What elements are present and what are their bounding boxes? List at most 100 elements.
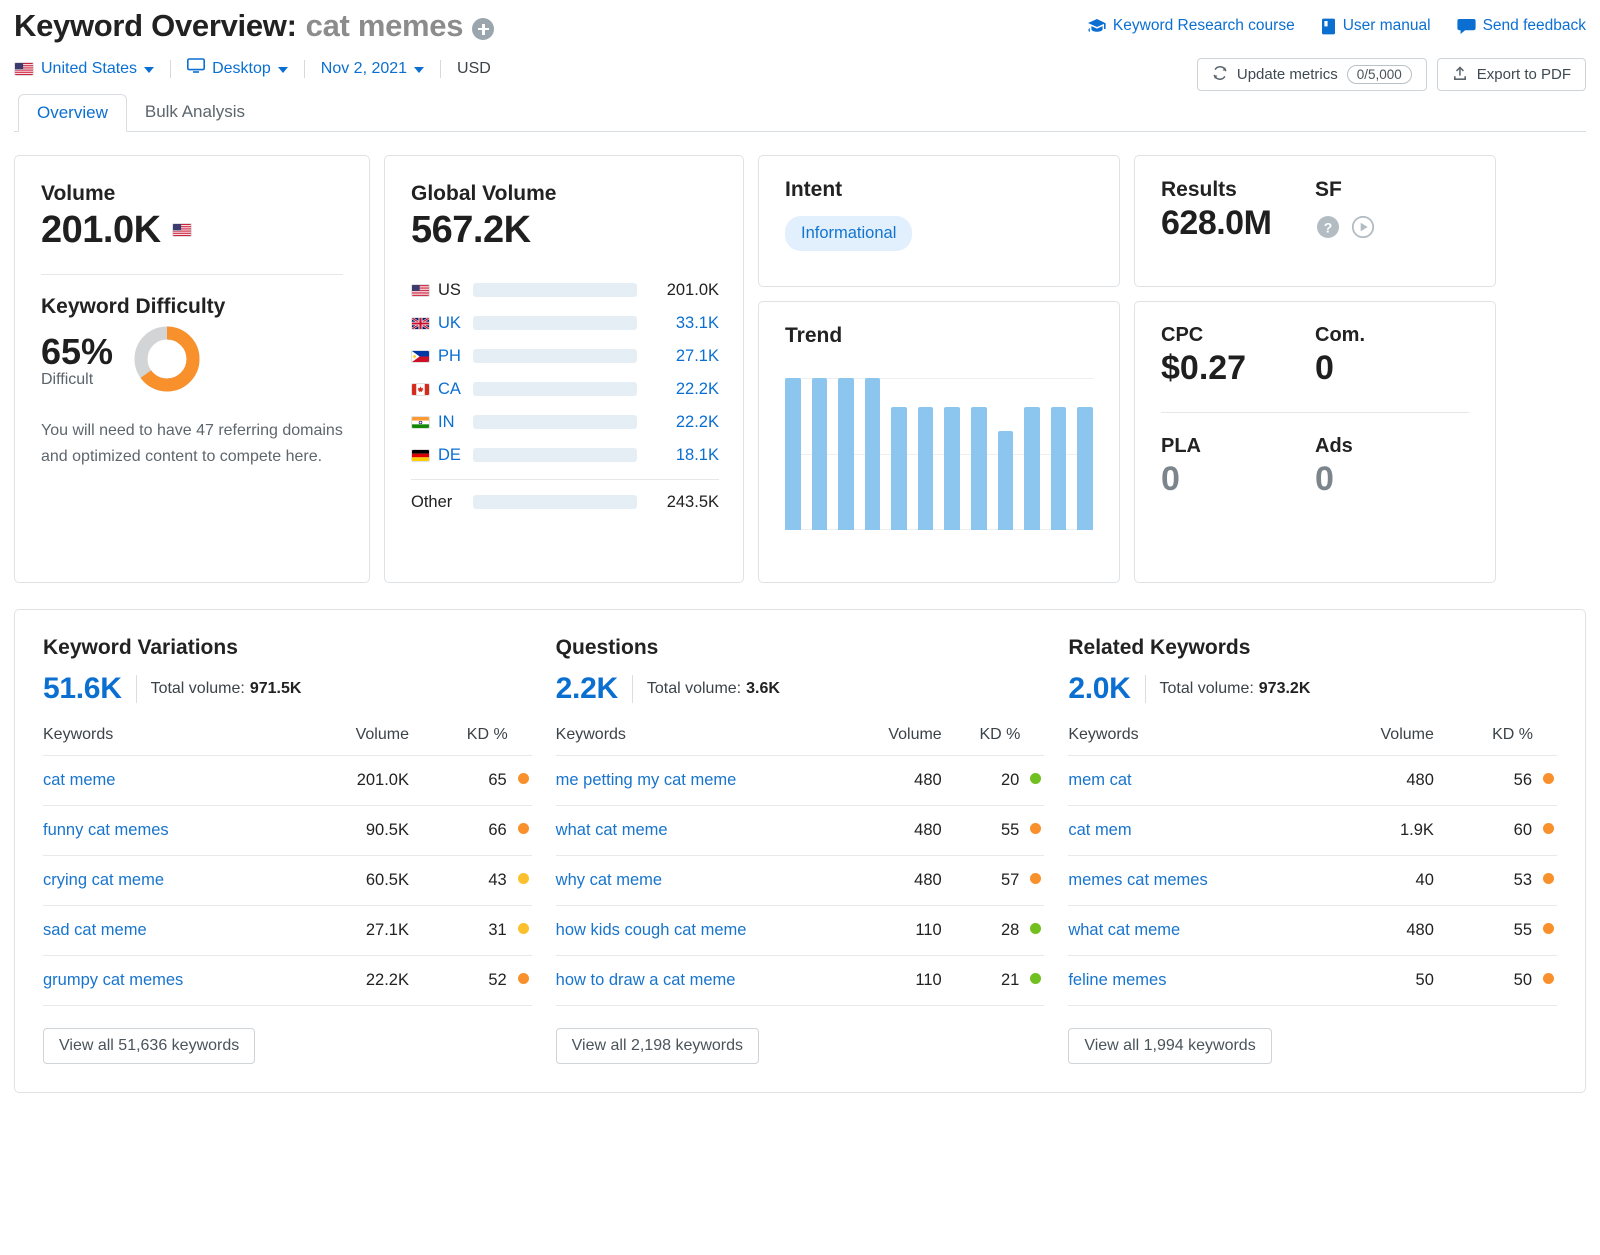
column-header-keywords[interactable]: Keywords — [556, 726, 858, 756]
keyword-link[interactable]: cat mem — [1068, 821, 1131, 839]
user-manual-link[interactable]: User manual — [1321, 17, 1431, 35]
keyword-cell[interactable]: crying cat meme — [43, 856, 308, 906]
keyword-cell[interactable]: how to draw a cat meme — [556, 956, 858, 1006]
table-row[interactable]: feline memes5050 — [1068, 956, 1557, 1006]
trend-bar[interactable] — [838, 378, 854, 530]
keyword-link[interactable]: funny cat memes — [43, 821, 169, 839]
trend-bar[interactable] — [944, 407, 960, 530]
country-filter[interactable]: United States — [14, 60, 170, 78]
trend-bar[interactable] — [971, 407, 987, 530]
keyword-cell[interactable]: grumpy cat memes — [43, 956, 308, 1006]
keyword-link[interactable]: mem cat — [1068, 771, 1131, 789]
volume-card: Volume 201.0K Keyword Difficulty 65% Dif… — [14, 155, 370, 583]
user-manual-label: User manual — [1343, 17, 1431, 35]
global-volume-row[interactable]: CA 22.2K — [411, 373, 719, 406]
update-metrics-button[interactable]: Update metrics 0/5,000 — [1197, 58, 1427, 91]
table-row[interactable]: what cat meme48055 — [1068, 906, 1557, 956]
chevron-down-icon — [278, 67, 288, 73]
question-circle-icon[interactable]: ? — [1315, 214, 1341, 245]
trend-bar[interactable] — [1077, 407, 1093, 530]
plus-circle-icon[interactable] — [472, 18, 494, 40]
table-row[interactable]: grumpy cat memes22.2K52 — [43, 956, 532, 1006]
table-row[interactable]: sad cat meme27.1K31 — [43, 906, 532, 956]
keyword-link[interactable]: what cat meme — [556, 821, 668, 839]
column-header-kd[interactable]: KD % — [942, 726, 1045, 756]
keyword-cell[interactable]: cat meme — [43, 756, 308, 806]
table-row[interactable]: cat mem1.9K60 — [1068, 806, 1557, 856]
column-header-kd[interactable]: KD % — [409, 726, 532, 756]
global-volume-row[interactable]: US 201.0K — [411, 274, 719, 307]
trend-bar[interactable] — [918, 407, 934, 530]
column-header-keywords[interactable]: Keywords — [1068, 726, 1332, 756]
send-feedback-link[interactable]: Send feedback — [1457, 17, 1586, 35]
table-row[interactable]: why cat meme48057 — [556, 856, 1045, 906]
intent-badge[interactable]: Informational — [785, 216, 912, 251]
table-row[interactable]: what cat meme48055 — [556, 806, 1045, 856]
global-volume-row[interactable]: DE 18.1K — [411, 439, 719, 472]
keyword-link[interactable]: how to draw a cat meme — [556, 971, 736, 989]
table-row[interactable]: cat meme201.0K65 — [43, 756, 532, 806]
view-all-keywords-button[interactable]: View all 51,636 keywords — [43, 1028, 255, 1064]
keyword-link[interactable]: me petting my cat meme — [556, 771, 737, 789]
table-row[interactable]: how to draw a cat meme11021 — [556, 956, 1045, 1006]
keyword-link[interactable]: sad cat meme — [43, 921, 147, 939]
table-row[interactable]: me petting my cat meme48020 — [556, 756, 1045, 806]
trend-bar[interactable] — [865, 378, 881, 530]
keyword-cell[interactable]: what cat meme — [556, 806, 858, 856]
keyword-cell[interactable]: mem cat — [1068, 756, 1332, 806]
keyword-cell[interactable]: me petting my cat meme — [556, 756, 858, 806]
column-header-kd[interactable]: KD % — [1434, 726, 1557, 756]
table-row[interactable]: crying cat meme60.5K43 — [43, 856, 532, 906]
keyword-link[interactable]: how kids cough cat meme — [556, 921, 747, 939]
table-row[interactable]: memes cat memes4053 — [1068, 856, 1557, 906]
trend-bar[interactable] — [998, 431, 1014, 530]
trend-bar[interactable] — [1051, 407, 1067, 530]
keyword-cell[interactable]: funny cat memes — [43, 806, 308, 856]
table-row[interactable]: how kids cough cat meme11028 — [556, 906, 1045, 956]
global-volume-row[interactable]: PH 27.1K — [411, 340, 719, 373]
keyword-cell[interactable]: how kids cough cat meme — [556, 906, 858, 956]
table-row[interactable]: funny cat memes90.5K66 — [43, 806, 532, 856]
column-header-volume[interactable]: Volume — [857, 726, 941, 756]
keyword-cell[interactable]: sad cat meme — [43, 906, 308, 956]
keyword-cell[interactable]: memes cat memes — [1068, 856, 1332, 906]
trend-bar[interactable] — [1024, 407, 1040, 530]
keyword-link[interactable]: why cat meme — [556, 871, 662, 889]
keyword-link[interactable]: what cat meme — [1068, 921, 1180, 939]
table-row[interactable]: mem cat48056 — [1068, 756, 1557, 806]
global-volume-row[interactable]: UK 33.1K — [411, 307, 719, 340]
kd-cell: 55 — [942, 806, 1045, 856]
view-all-keywords-button[interactable]: View all 2,198 keywords — [556, 1028, 759, 1064]
tab-bulk-analysis[interactable]: Bulk Analysis — [127, 93, 263, 131]
tab-overview[interactable]: Overview — [18, 94, 127, 132]
keyword-research-course-link[interactable]: Keyword Research course — [1088, 17, 1295, 35]
trend-bar[interactable] — [812, 378, 828, 530]
keyword-cell[interactable]: why cat meme — [556, 856, 858, 906]
keyword-cell[interactable]: cat mem — [1068, 806, 1332, 856]
keyword-link[interactable]: grumpy cat memes — [43, 971, 183, 989]
keyword-link[interactable]: feline memes — [1068, 971, 1166, 989]
date-filter[interactable]: Nov 2, 2021 — [321, 60, 440, 78]
trend-bar[interactable] — [785, 378, 801, 530]
kd-value: 20 — [1001, 771, 1019, 789]
column-header-volume[interactable]: Volume — [308, 726, 409, 756]
column-header-keywords[interactable]: Keywords — [43, 726, 308, 756]
export-to-pdf-button[interactable]: Export to PDF — [1437, 58, 1586, 91]
column-header-volume[interactable]: Volume — [1333, 726, 1434, 756]
video-play-circle-icon[interactable] — [1350, 214, 1376, 245]
global-volume-row[interactable]: IN 22.2K — [411, 406, 719, 439]
keyword-cell[interactable]: feline memes — [1068, 956, 1332, 1006]
results-value: 628.0M — [1161, 204, 1315, 242]
keyword-cell[interactable]: what cat meme — [1068, 906, 1332, 956]
view-all-keywords-button[interactable]: View all 1,994 keywords — [1068, 1028, 1271, 1064]
keyword-link[interactable]: crying cat meme — [43, 871, 164, 889]
keyword-link[interactable]: memes cat memes — [1068, 871, 1207, 889]
keyword-link[interactable]: cat meme — [43, 771, 115, 789]
other-volume: 243.5K — [651, 493, 719, 512]
kd-status-dot — [1543, 823, 1554, 834]
keyword-variations-column: Keyword Variations 51.6K Total volume: 9… — [43, 636, 532, 1064]
update-metrics-label: Update metrics — [1237, 66, 1338, 83]
trend-bar[interactable] — [891, 407, 907, 530]
device-filter[interactable]: Desktop — [187, 58, 304, 79]
kd-cell: 66 — [409, 806, 532, 856]
